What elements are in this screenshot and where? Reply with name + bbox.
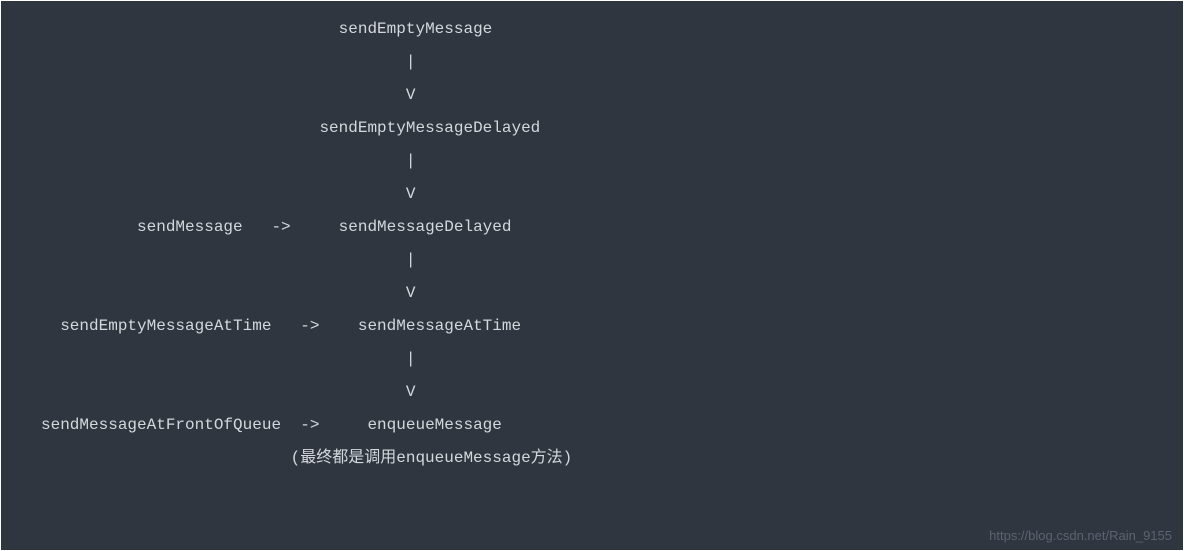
watermark: https://blog.csdn.net/Rain_9155 — [989, 528, 1172, 543]
code-line: (最终都是调用enqueueMessage方法) — [41, 442, 1183, 475]
code-line: | — [41, 145, 1183, 178]
code-line: sendEmptyMessageAtTime -> sendMessageAtT… — [41, 310, 1183, 343]
code-line: | — [41, 244, 1183, 277]
code-line: sendEmptyMessage — [41, 13, 1183, 46]
code-block: sendEmptyMessage | V sendEmptyMessageDel… — [1, 1, 1183, 550]
code-line: sendMessageAtFrontOfQueue -> enqueueMess… — [41, 409, 1183, 442]
code-line: V — [41, 178, 1183, 211]
code-line: V — [41, 277, 1183, 310]
code-line: | — [41, 46, 1183, 79]
code-line: V — [41, 376, 1183, 409]
code-line: | — [41, 343, 1183, 376]
code-line: V — [41, 79, 1183, 112]
code-line: sendMessage -> sendMessageDelayed — [41, 211, 1183, 244]
code-line: sendEmptyMessageDelayed — [41, 112, 1183, 145]
